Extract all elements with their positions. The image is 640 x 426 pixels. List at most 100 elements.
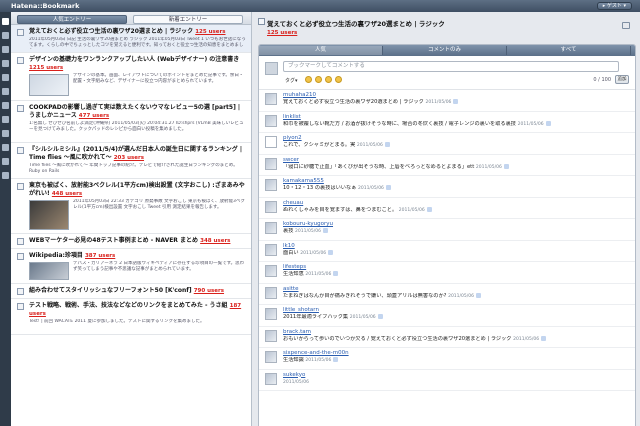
tab-new[interactable]: 新着エントリー <box>133 15 243 24</box>
avatar[interactable] <box>265 136 277 148</box>
comment-user[interactable]: lk10 <box>283 243 635 250</box>
comment-date: 2011/05/06 <box>357 186 384 191</box>
tag-dropdown[interactable]: タグ▾ <box>285 77 298 84</box>
user-menu-button[interactable]: ▸ ゲスト ▾ <box>596 2 632 10</box>
list-item[interactable]: COOKPADの影響し過ぎて実は数えたくないウマなレビュー5の選 [part5]… <box>11 101 251 143</box>
emoticon-icon[interactable] <box>325 76 332 83</box>
list-item[interactable]: テスト戦略、戦術、手法、技法などなどのリンクをまとめてみた - うさ組 187 … <box>11 299 251 335</box>
add-star-icon[interactable] <box>377 314 383 319</box>
users-count[interactable]: 125 users <box>195 29 225 35</box>
new-icon[interactable] <box>2 172 9 179</box>
bookmark-icon[interactable] <box>2 18 9 25</box>
comment-item: cheuau ぬれくしゃみを目を覚ますは、鼻をつまむこと。 2011/05/06 <box>259 198 635 219</box>
add-star-icon[interactable] <box>426 206 432 212</box>
emoticon-icon[interactable] <box>335 76 342 83</box>
comment-user[interactable]: asitte <box>283 286 635 293</box>
tab-all[interactable]: すべて <box>507 46 631 55</box>
list-item[interactable]: 組み合わせてスタイリッシュなフリーフォント50 [K'conf] 790 use… <box>11 284 251 299</box>
avatar[interactable] <box>265 157 277 170</box>
avatar[interactable] <box>265 114 277 127</box>
home-icon[interactable] <box>2 32 9 39</box>
entry-desc: デパス・カリアーネラ 2 日本語版ウィキペディアに存在する珍項目の一覧です。思わ… <box>73 261 245 272</box>
avatar[interactable] <box>265 93 277 105</box>
app-title: Hatena::Bookmark <box>11 2 80 10</box>
comment-user[interactable]: piyon2 <box>283 135 635 142</box>
comment-user[interactable]: little_shotarn <box>283 307 635 314</box>
list-item[interactable]: Wikipedia:珍項目 387 users デパス・カリアーネラ 2 日本語… <box>11 249 251 284</box>
top-bar: Hatena::Bookmark ▸ ゲスト ▾ <box>0 0 640 12</box>
comment-user[interactable]: swcer <box>283 157 635 164</box>
avatar[interactable] <box>265 351 277 363</box>
category-icon[interactable] <box>2 88 9 95</box>
star-icon[interactable] <box>2 46 9 53</box>
user-icon[interactable] <box>2 102 9 109</box>
avatar[interactable] <box>265 372 277 385</box>
entry-title: WEBマーケター必見の48テスト事例まとめ - NAVER まとめ <box>29 237 199 244</box>
add-star-icon[interactable] <box>453 99 459 104</box>
search-icon[interactable] <box>2 130 9 137</box>
comment-text: 生活知識 <box>283 357 304 363</box>
folder-icon[interactable] <box>2 144 9 151</box>
comment-user[interactable]: sukekyo <box>283 372 635 379</box>
add-star-icon[interactable] <box>541 335 547 341</box>
avatar[interactable] <box>265 329 277 342</box>
list-item[interactable]: WEBマーケター必見の48テスト事例まとめ - NAVER まとめ 348 us… <box>11 234 251 249</box>
users-count[interactable]: 1215 users <box>29 65 63 71</box>
comment-user[interactable]: muhaha210 <box>283 92 635 99</box>
avatar[interactable] <box>265 222 277 234</box>
comment-user[interactable]: cheuau <box>283 200 635 207</box>
avatar[interactable] <box>265 286 277 299</box>
share-icon[interactable] <box>622 22 630 29</box>
comment-user[interactable]: sixpence-and-the-m00n <box>283 350 635 357</box>
favicon-icon <box>17 238 24 245</box>
list-item[interactable]: 覚えておくと必ず役立つ生活の裏ワザ20選まとめ | ラジック 125 users… <box>11 25 251 53</box>
list-item[interactable]: 『シルシルミシル』(2011/5/4)が選んだ日本人の誕生日に関するランキング … <box>11 143 251 179</box>
users-count[interactable]: 387 users <box>85 253 115 259</box>
users-count[interactable]: 477 users <box>79 113 109 119</box>
comment-user[interactable]: kamakama555 <box>283 178 635 185</box>
users-count[interactable]: 203 users <box>114 155 144 161</box>
add-star-icon[interactable] <box>545 120 551 126</box>
comment-user[interactable]: kobouru-kyugoryu <box>283 221 635 228</box>
detail-title[interactable]: 覚えておくと必ず役立つ生活の裏ワザ20選まとめ | ラジック <box>267 20 445 28</box>
avatar[interactable] <box>265 200 277 213</box>
avatar[interactable] <box>265 243 277 256</box>
comment-user[interactable]: lifesteps <box>283 264 635 271</box>
avatar[interactable] <box>265 179 277 191</box>
add-star-icon[interactable] <box>385 185 391 190</box>
add-star-icon[interactable] <box>384 142 390 147</box>
list-item[interactable]: 東京も被ばく、放射能3ベクレル(1平方cm)検出設置 (文字おこし) :ざまあみ… <box>11 179 251 234</box>
tab-comments-only[interactable]: コメントのみ <box>383 46 507 55</box>
add-button[interactable]: 追加 <box>615 75 629 84</box>
users-count[interactable]: 790 users <box>194 288 224 294</box>
tab-popular[interactable]: 人気エントリー <box>17 15 127 24</box>
users-count[interactable]: 348 users <box>200 238 230 244</box>
comment-item: brack.tam おもいからって歩いのでいつか欠る / 覚えておくと必ず役立つ生… <box>259 327 635 348</box>
add-star-icon[interactable] <box>503 163 509 169</box>
comment-input[interactable]: ブックマークしてコメントする <box>283 61 619 72</box>
entry-thumbnail <box>29 200 69 230</box>
list-icon[interactable] <box>2 116 9 123</box>
comment-user[interactable]: brack.tam <box>283 329 635 336</box>
favicon-icon <box>17 57 24 64</box>
list-tabs: 人気エントリー 新着エントリー <box>11 12 251 25</box>
emoticon-icon[interactable] <box>315 76 322 83</box>
list-item[interactable]: デザインの基礎力をワンランクアップしたい人 (Webデザイナー) の注意書き 1… <box>11 53 251 101</box>
add-star-icon[interactable] <box>333 271 339 276</box>
add-star-icon[interactable] <box>476 292 482 298</box>
add-star-icon[interactable] <box>328 249 334 255</box>
avatar[interactable] <box>265 308 277 320</box>
emoticon-icon[interactable] <box>305 76 312 83</box>
settings-icon[interactable] <box>2 60 9 67</box>
tag-icon[interactable] <box>2 74 9 81</box>
comment-user[interactable]: linklist <box>283 114 635 121</box>
comment-date: 2011/05/06 <box>475 164 502 170</box>
add-star-icon[interactable] <box>322 228 328 233</box>
users-count[interactable]: 448 users <box>52 191 82 197</box>
hot-icon[interactable] <box>2 158 9 165</box>
detail-users-count[interactable]: 125 users <box>267 30 297 36</box>
tab-popular-comments[interactable]: 人気 <box>259 46 383 55</box>
comment-item: swcer 「寝口に砂糖で止血」「あくびが出そうな時、上唇をベろっとなめるとよまる… <box>259 155 635 176</box>
avatar[interactable] <box>265 265 277 277</box>
add-star-icon[interactable] <box>333 357 339 362</box>
